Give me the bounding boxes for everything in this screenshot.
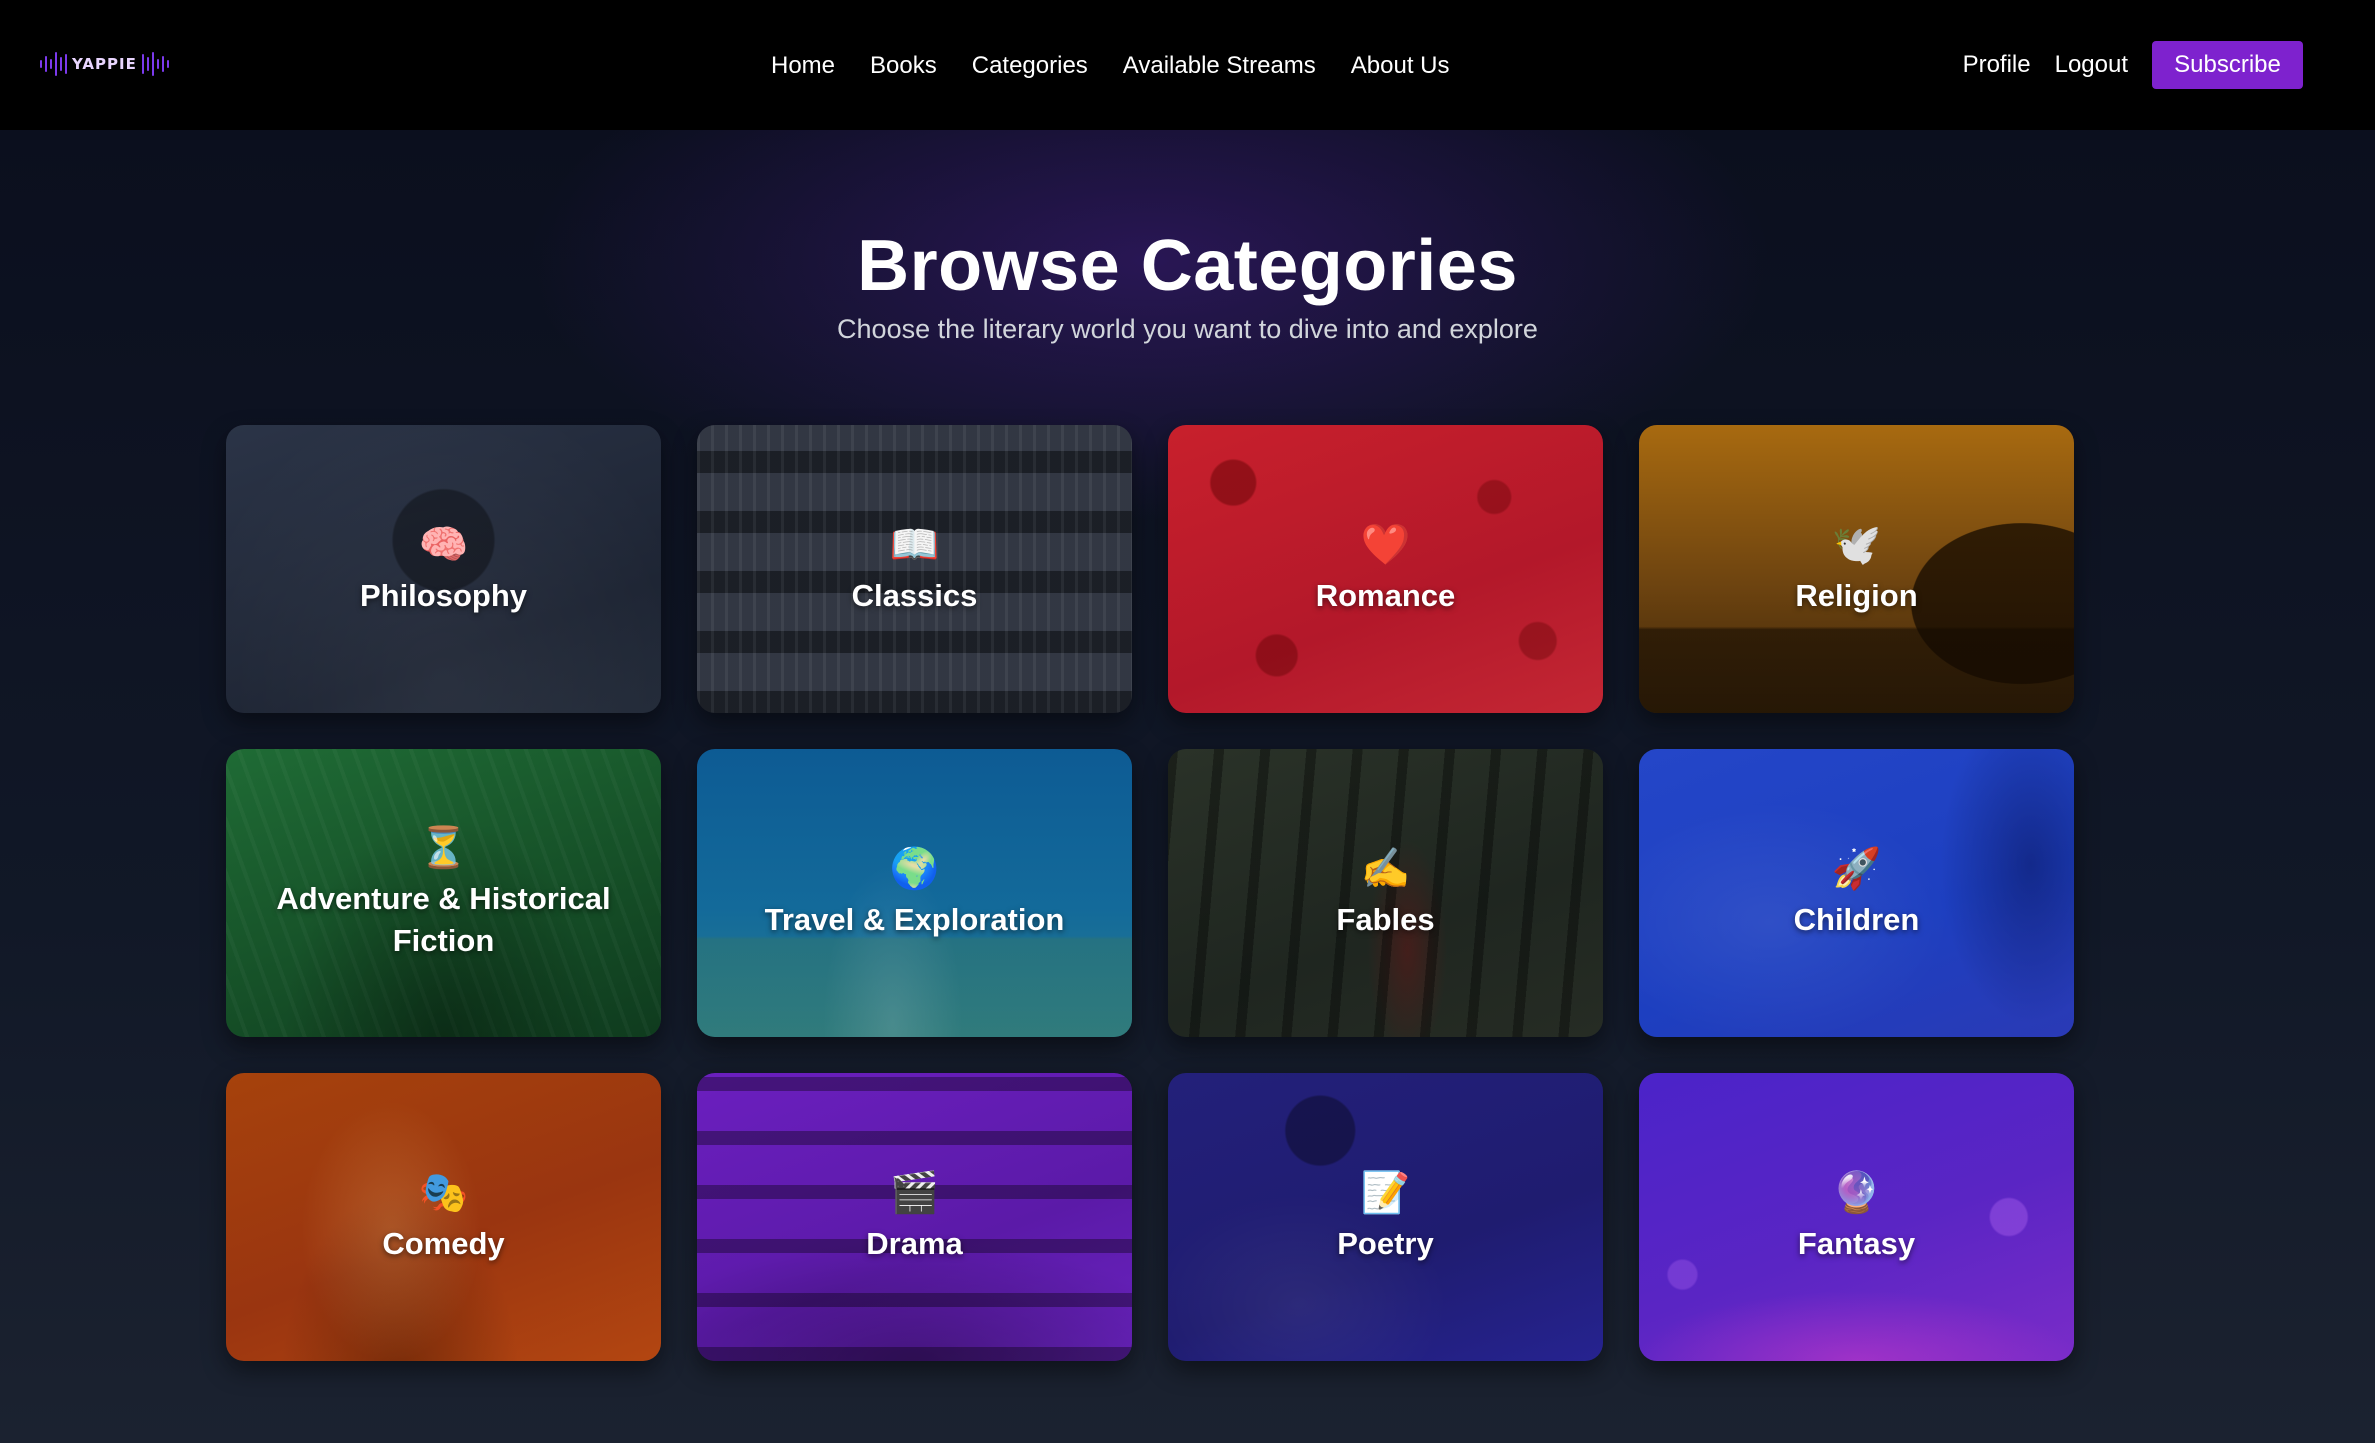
brain-icon: 🧠 [418, 522, 469, 568]
category-card-drama[interactable]: 🎬 Drama [697, 1073, 1132, 1361]
category-grid: 🧠 Philosophy 📖 Classics ❤️ Romance 🕊️ Re… [226, 425, 2074, 1361]
card-background-image [226, 425, 661, 713]
category-label: Poetry [1337, 1226, 1434, 1261]
category-label: Adventure & Historical Fiction [276, 881, 611, 958]
dove-icon: 🕊️ [1831, 522, 1882, 568]
category-card-fantasy[interactable]: 🔮 Fantasy [1639, 1073, 2074, 1361]
top-navbar: YAPPIE Home Books Categories Available S… [0, 0, 2375, 130]
card-background-image [1639, 749, 2074, 1037]
crystal-ball-icon: 🔮 [1831, 1170, 1882, 1216]
main-nav: Home Books Categories Available Streams … [771, 48, 1450, 84]
card-background-image [226, 1073, 661, 1361]
category-card-travel-exploration[interactable]: 🌍 Travel & Exploration [697, 749, 1132, 1037]
card-background-image [1639, 425, 2074, 713]
category-label: Fantasy [1797, 1226, 1916, 1261]
category-card-adventure-historical-fiction[interactable]: ⏳ Adventure & Historical Fiction [226, 749, 661, 1037]
memo-icon: 📝 [1360, 1170, 1411, 1216]
nav-link-categories[interactable]: Categories [972, 48, 1088, 84]
sound-wave-icon [141, 47, 169, 81]
card-background-image [697, 425, 1132, 713]
card-background-image [1168, 1073, 1603, 1361]
page-title: Browse Categories [857, 226, 1518, 306]
subscribe-button[interactable]: Subscribe [2152, 41, 2303, 89]
category-label: Classics [851, 578, 978, 613]
globe-icon: 🌍 [889, 846, 940, 892]
heart-icon: ❤️ [1360, 522, 1411, 568]
category-card-children[interactable]: 🚀 Children [1639, 749, 2074, 1037]
logo-text: YAPPIE [72, 55, 137, 73]
category-card-comedy[interactable]: 🎭 Comedy [226, 1073, 661, 1361]
card-background-image [1168, 749, 1603, 1037]
theater-masks-icon: 🎭 [418, 1170, 469, 1216]
category-label: Children [1793, 902, 1920, 937]
category-label: Romance [1315, 578, 1456, 613]
page-subtitle: Choose the literary world you want to di… [837, 314, 1538, 344]
category-label: Drama [866, 1226, 963, 1261]
sound-wave-icon [40, 47, 67, 81]
category-card-classics[interactable]: 📖 Classics [697, 425, 1132, 713]
card-background-image [1639, 1073, 2074, 1361]
hourglass-icon: ⏳ [418, 825, 469, 871]
logout-link[interactable]: Logout [2055, 47, 2128, 83]
account-nav: Profile Logout Subscribe [1963, 41, 2303, 89]
category-label: Comedy [382, 1226, 505, 1261]
category-card-religion[interactable]: 🕊️ Religion [1639, 425, 2074, 713]
category-label: Religion [1795, 578, 1918, 613]
category-label: Fables [1336, 902, 1435, 937]
category-label: Philosophy [359, 578, 528, 613]
open-book-icon: 📖 [889, 522, 940, 568]
card-background-image [1168, 425, 1603, 713]
nav-link-available-streams[interactable]: Available Streams [1123, 48, 1316, 84]
card-background-image [697, 1073, 1132, 1361]
nav-link-about-us[interactable]: About Us [1351, 48, 1450, 84]
yappie-logo[interactable]: YAPPIE [40, 47, 169, 81]
rocket-icon: 🚀 [1831, 846, 1882, 892]
clapperboard-icon: 🎬 [889, 1170, 940, 1216]
category-card-poetry[interactable]: 📝 Poetry [1168, 1073, 1603, 1361]
category-card-philosophy[interactable]: 🧠 Philosophy [226, 425, 661, 713]
category-card-fables[interactable]: ✍️ Fables [1168, 749, 1603, 1037]
nav-link-books[interactable]: Books [870, 48, 937, 84]
category-card-romance[interactable]: ❤️ Romance [1168, 425, 1603, 713]
categories-page: Browse Categories Choose the literary wo… [0, 130, 2375, 1443]
card-background-image [697, 749, 1132, 1037]
category-label: Travel & Exploration [764, 902, 1065, 937]
nav-link-home[interactable]: Home [771, 48, 835, 84]
profile-link[interactable]: Profile [1963, 47, 2031, 83]
writing-hand-icon: ✍️ [1360, 846, 1411, 892]
